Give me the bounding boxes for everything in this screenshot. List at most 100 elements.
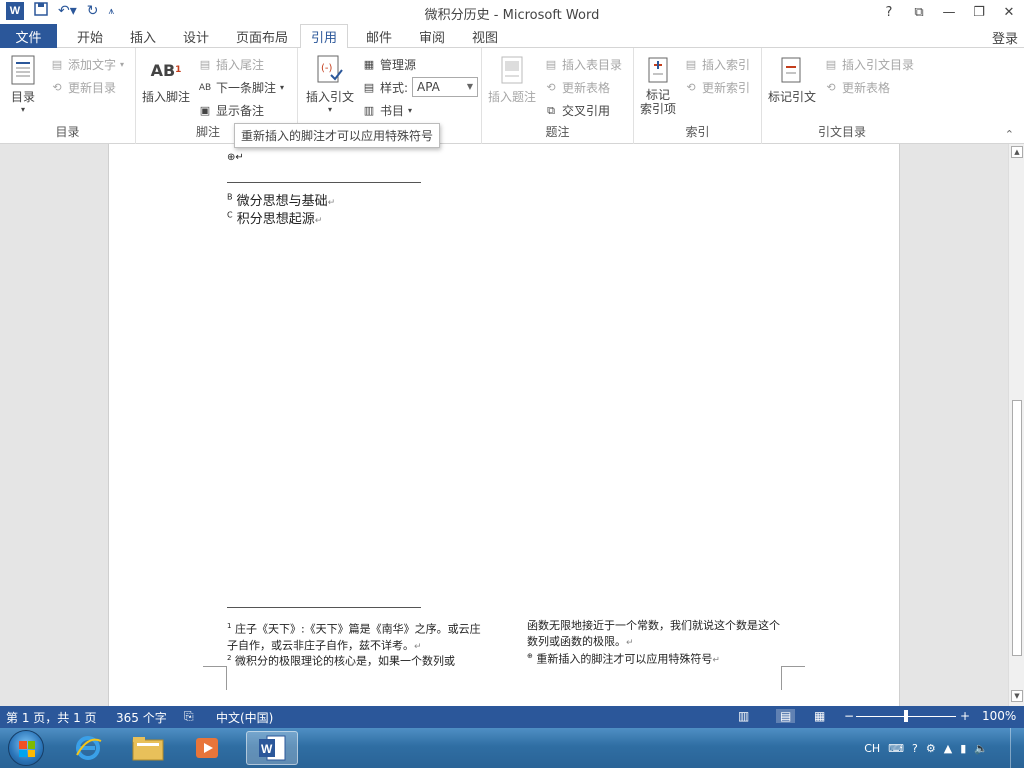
windows-logo-icon <box>19 741 35 757</box>
network-icon[interactable]: ▮ <box>960 742 966 755</box>
insert-toa-label: 插入引文目录 <box>842 58 915 72</box>
show-notes-button[interactable]: ▣ 显示备注 <box>198 102 264 119</box>
read-mode-icon[interactable]: ▥ <box>738 709 749 723</box>
next-footnote-button[interactable]: AB 下一条脚注 ▾ <box>198 79 284 96</box>
restore-icon[interactable]: ❐ <box>964 0 994 24</box>
insert-endnote-button[interactable]: ▤ 插入尾注 <box>198 56 264 73</box>
group-captions: 插入题注 ▤ 插入表目录 ⟲ 更新表格 ⧉ 交叉引用 题注 <box>482 48 634 144</box>
next-footnote-label: 下一条脚注 <box>216 81 277 95</box>
title-bar: W ↶▾ ↻ ⩚ 微积分历史 - Microsoft Word ? ⧉ — ❐ … <box>0 0 1024 24</box>
toc-label: 目录 <box>10 90 35 104</box>
internet-explorer-icon[interactable] <box>62 731 114 765</box>
insert-table-of-figures-label: 插入表目录 <box>562 58 623 72</box>
web-layout-icon[interactable]: ▦ <box>814 709 825 723</box>
manage-sources-button[interactable]: ▦ 管理源 <box>362 56 416 73</box>
media-player-icon[interactable] <box>182 731 234 765</box>
login-link[interactable]: 登录 <box>992 28 1018 47</box>
page-count[interactable]: 第 1 页，共 1 页 <box>6 709 97 726</box>
insert-footnote-button[interactable]: AB 1 插入脚注 <box>142 54 190 105</box>
insert-toa-button[interactable]: ▤ 插入引文目录 <box>824 56 914 73</box>
show-desktop-button[interactable] <box>1010 728 1024 768</box>
update-toc-label: 更新目录 <box>68 81 117 95</box>
citation-style-value: APA <box>417 80 440 94</box>
update-toc-button[interactable]: ⟲ 更新目录 <box>50 79 116 96</box>
start-button[interactable] <box>8 730 44 766</box>
tab-page-layout[interactable]: 页面布局 <box>234 24 290 48</box>
window-controls: ? ⧉ — ❐ ✕ <box>874 0 1024 24</box>
mark-entry-label: 标记 索引项 <box>640 88 677 116</box>
minimize-icon[interactable]: — <box>934 0 964 24</box>
help-tray-icon[interactable]: ? <box>912 742 918 755</box>
word-count[interactable]: 365 个字 <box>116 709 167 726</box>
volume-icon[interactable]: 🔈 <box>974 742 988 755</box>
input-language-indicator[interactable]: CH <box>864 742 880 755</box>
zoom-slider-thumb[interactable] <box>904 710 908 722</box>
collapse-ribbon-icon[interactable]: ⌃ <box>1005 128 1014 141</box>
endnote-mark: ⊕↵ <box>227 152 244 163</box>
footnote-2[interactable]: 2 微积分的极限理论的核心是，如果一个数列或 <box>227 650 483 670</box>
tab-references[interactable]: 引用 <box>300 24 349 49</box>
tab-insert[interactable]: 插入 <box>128 24 158 48</box>
footnote-special-ref: ⊕ <box>527 652 533 660</box>
tab-file[interactable]: 文件 <box>0 24 57 48</box>
close-icon[interactable]: ✕ <box>994 0 1024 24</box>
manage-sources-label: 管理源 <box>380 58 417 72</box>
scroll-down-icon[interactable]: ▼ <box>1011 690 1023 702</box>
zoom-in-icon[interactable]: + <box>960 709 970 723</box>
footnote-2-continued[interactable]: 函数无限地接近于一个常数，我们就说这个数是这个数列或函数的极限。↵ <box>527 618 783 651</box>
bibliography-icon: ▥ <box>363 104 375 117</box>
print-layout-icon[interactable]: ▤ <box>776 709 796 723</box>
proofing-icon[interactable]: ⎘ <box>184 709 194 724</box>
mark-citation-button[interactable]: 标记引文 <box>768 54 816 105</box>
show-hidden-icons-icon[interactable]: ▲ <box>944 742 952 755</box>
language-indicator[interactable]: 中文(中国) <box>216 709 273 726</box>
scroll-up-icon[interactable]: ▲ <box>1011 146 1023 158</box>
document-page[interactable]: ⊕↵ B 微分思想与基础↵ C 积分思想起源↵ 1 庄子《天下》:《天下》篇是《… <box>108 144 900 706</box>
toc-button[interactable]: 目录 ▾ <box>8 54 38 114</box>
bibliography-button[interactable]: ▥ 书目 ▾ <box>362 102 412 119</box>
scroll-thumb[interactable] <box>1012 400 1022 656</box>
endnote-b[interactable]: B 微分思想与基础↵ <box>227 190 335 209</box>
add-text-button[interactable]: ▤ 添加文字 ▾ <box>50 56 124 73</box>
mark-citation-label: 标记引文 <box>768 90 817 104</box>
tab-review[interactable]: 审阅 <box>417 24 447 48</box>
tooltip: 重新插入的脚注才可以应用特殊符号 <box>234 123 441 148</box>
citation-style-select[interactable]: APA ▼ <box>412 77 478 97</box>
zoom-level[interactable]: 100% <box>982 709 1016 723</box>
group-toc: 目录 ▾ ▤ 添加文字 ▾ ⟲ 更新目录 目录 <box>0 48 136 144</box>
insert-citation-icon: (-) <box>315 54 345 86</box>
document-area: ⊕↵ B 微分思想与基础↵ C 积分思想起源↵ 1 庄子《天下》:《天下》篇是《… <box>0 144 1008 706</box>
insert-caption-button[interactable]: 插入题注 <box>488 54 536 105</box>
tab-design[interactable]: 设计 <box>181 24 211 48</box>
update-index-button[interactable]: ⟲ 更新索引 <box>684 79 750 96</box>
chevron-down-icon: ▾ <box>408 106 413 115</box>
update-toa-icon: ⟲ <box>826 81 836 94</box>
ribbon-display-options-icon[interactable]: ⧉ <box>904 0 934 24</box>
tab-view[interactable]: 视图 <box>470 24 500 48</box>
next-footnote-icon: AB <box>198 82 212 93</box>
help-icon[interactable]: ? <box>874 0 904 24</box>
update-table-icon: ⟲ <box>546 81 556 94</box>
update-index-label: 更新索引 <box>702 81 751 95</box>
keyboard-icon[interactable]: ⌨ <box>888 742 904 755</box>
cross-reference-button[interactable]: ⧉ 交叉引用 <box>544 102 610 119</box>
file-explorer-icon[interactable] <box>122 731 174 765</box>
settings-tray-icon[interactable]: ⚙ <box>926 742 936 755</box>
insert-table-of-figures-button[interactable]: ▤ 插入表目录 <box>544 56 622 73</box>
insert-citation-button[interactable]: (-) 插入引文 ▾ <box>306 54 354 114</box>
tab-mailings[interactable]: 邮件 <box>364 24 394 48</box>
mark-entry-button[interactable]: 标记 索引项 <box>640 54 676 116</box>
margin-corner-left <box>203 666 227 690</box>
tab-home[interactable]: 开始 <box>75 24 105 48</box>
chevron-down-icon: ▾ <box>280 83 285 92</box>
update-toa-button[interactable]: ⟲ 更新表格 <box>824 79 890 96</box>
update-table-figures-button[interactable]: ⟲ 更新表格 <box>544 79 610 96</box>
footnote-2-ref: 2 <box>227 654 232 662</box>
word-taskbar-icon[interactable]: W <box>246 731 298 765</box>
vertical-scrollbar[interactable]: ▲ ▼ <box>1008 144 1024 706</box>
insert-index-button[interactable]: ▤ 插入索引 <box>684 56 750 73</box>
insert-endnote-label: 插入尾注 <box>216 58 265 72</box>
zoom-out-icon[interactable]: − <box>844 709 854 723</box>
endnote-c[interactable]: C 积分思想起源↵ <box>227 208 322 227</box>
footnote-special[interactable]: ⊕ 重新插入的脚注才可以应用特殊符号↵ <box>527 648 783 669</box>
